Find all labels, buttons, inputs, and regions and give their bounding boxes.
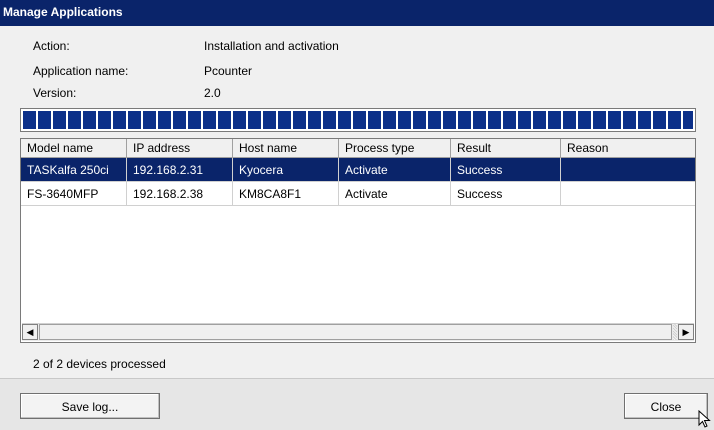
progress-bar-fill <box>23 111 693 129</box>
manage-applications-window: Manage Applications Action: Installation… <box>0 0 714 430</box>
close-button[interactable]: Close <box>624 393 708 419</box>
table-row[interactable]: FS-3640MFP 192.168.2.38 KM8CA8F1 Activat… <box>21 182 695 206</box>
application-name-label: Application name: <box>33 64 129 78</box>
cell-process-type: Activate <box>339 158 451 182</box>
progress-bar <box>20 108 696 132</box>
version-label: Version: <box>33 86 77 100</box>
cell-ip-address: 192.168.2.31 <box>127 158 233 182</box>
status-text: 2 of 2 devices processed <box>33 357 166 371</box>
cell-model-name: TASKalfa 250ci <box>21 158 127 182</box>
mouse-pointer-icon <box>698 410 711 428</box>
column-header-ip-address[interactable]: IP address <box>127 139 233 157</box>
column-header-host-name[interactable]: Host name <box>233 139 339 157</box>
horizontal-scrollbar[interactable]: ◀ ▶ <box>22 323 694 341</box>
cell-result: Success <box>451 182 561 206</box>
arrow-left-icon: ◀ <box>26 327 34 337</box>
table-row[interactable]: TASKalfa 250ci 192.168.2.31 Kyocera Acti… <box>21 158 695 182</box>
column-header-reason[interactable]: Reason <box>561 139 695 157</box>
cell-process-type: Activate <box>339 182 451 206</box>
application-name-value: Pcounter <box>204 64 253 78</box>
action-label: Action: <box>33 39 70 53</box>
cell-ip-address: 192.168.2.38 <box>127 182 233 206</box>
save-log-button[interactable]: Save log... <box>20 393 160 419</box>
scroll-left-button[interactable]: ◀ <box>22 324 38 340</box>
arrow-right-icon: ▶ <box>682 327 690 337</box>
action-value: Installation and activation <box>204 39 339 53</box>
window-title: Manage Applications <box>0 0 714 26</box>
cell-reason <box>561 182 695 206</box>
cell-result: Success <box>451 158 561 182</box>
scroll-right-button[interactable]: ▶ <box>678 324 694 340</box>
device-list[interactable]: Model name IP address Host name Process … <box>20 138 696 343</box>
cell-model-name: FS-3640MFP <box>21 182 127 206</box>
scrollbar-thumb[interactable] <box>39 324 672 340</box>
column-header-result[interactable]: Result <box>451 139 561 157</box>
version-value: 2.0 <box>204 86 221 100</box>
list-header: Model name IP address Host name Process … <box>21 139 695 158</box>
cell-host-name: KM8CA8F1 <box>233 182 339 206</box>
scrollbar-track[interactable] <box>673 324 677 340</box>
cell-reason <box>561 158 695 182</box>
column-header-process-type[interactable]: Process type <box>339 139 451 157</box>
cell-host-name: Kyocera <box>233 158 339 182</box>
button-bar: Save log... Close <box>0 378 714 430</box>
column-header-model-name[interactable]: Model name <box>21 139 127 157</box>
